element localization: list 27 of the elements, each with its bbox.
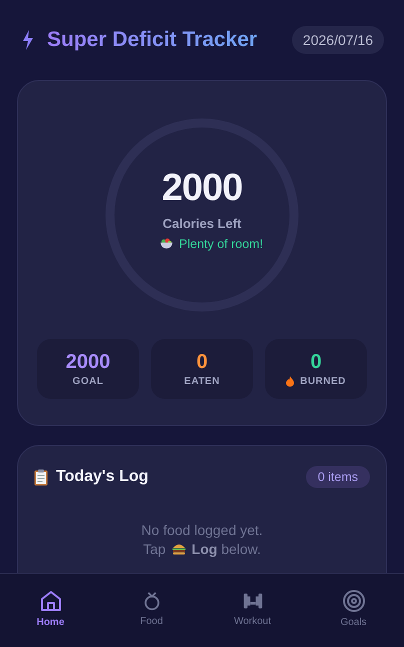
calories-left-value: 2000 [162,167,242,210]
stat-label: GOAL [72,376,104,387]
calories-left-label: Calories Left [162,216,242,232]
stat-value: 0 [310,351,322,374]
stat-value: 2000 [66,351,110,374]
stat-value: 0 [196,351,208,374]
nav-tab[interactable]: Food [112,586,192,631]
lightning-icon [22,30,34,50]
flame-icon [286,376,294,387]
target-icon [342,589,366,613]
empty-hint: Tap [143,541,166,557]
stat-label: BURNED [300,376,346,387]
empty-message: No food logged yet. [141,522,263,538]
nav-tab[interactable]: Home [10,585,90,632]
nav-tab[interactable]: Workout [212,586,292,631]
clipboard-icon [34,468,48,486]
burger-icon [172,543,186,555]
status-message: Plenty of room! [179,236,264,253]
empty-hint: Log below. [192,541,261,557]
stat-label: EATEN [184,376,220,387]
salad-bowl-icon [160,238,173,250]
item-count-badge: 0 items [306,466,370,488]
nav-tab[interactable]: Goals [314,585,394,632]
log-title: Today's Log [56,468,148,486]
home-icon [38,589,62,613]
date-badge: 2026/07/16 [292,26,384,54]
app-title: Super Deficit Tracker [47,28,258,52]
